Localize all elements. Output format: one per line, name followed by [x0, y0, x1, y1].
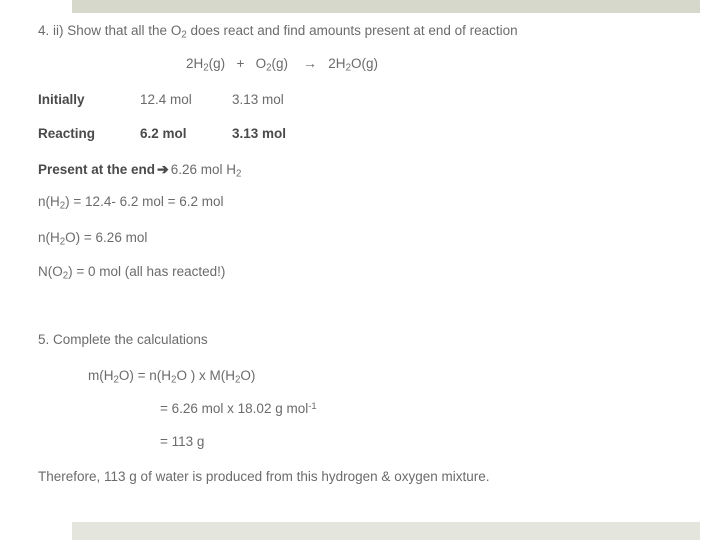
- calculation-n-o2-prefix: N(O: [38, 264, 63, 279]
- calculation-n-h2o: n(H2O) = 6.26 mol: [38, 230, 148, 247]
- equation-product-rest: O(g): [350, 56, 378, 71]
- question-4-heading: 4. ii) Show that all the O2 does react a…: [38, 23, 518, 40]
- calculation-n-h2-prefix: n(H: [38, 194, 60, 209]
- mass-formula-p2: O) = n(H: [118, 368, 172, 383]
- equation-reactant-1-coeff: 2H: [186, 56, 204, 71]
- equation-reactant-2: O: [255, 56, 267, 71]
- present-at-end-value: 6.26 mol H: [170, 162, 237, 177]
- chemical-equation: 2H2(g) + O2(g) → 2H2O(g): [186, 55, 378, 73]
- calculation-substitution: = 6.26 mol x 18.02 g mol-1: [160, 401, 317, 417]
- table-row: Reacting 6.2 mol 3.13 mol: [38, 126, 286, 142]
- substitution-exponent: -1: [308, 401, 317, 413]
- calculation-mass-formula: m(H2O) = n(H2O ) x M(H2O): [88, 368, 256, 385]
- calculation-result: = 113 g: [160, 434, 205, 449]
- reaction-arrow-icon: →: [303, 55, 318, 71]
- present-at-end-row: Present at the end ➔ 6.26 mol H2: [38, 161, 242, 180]
- slide-content: 4. ii) Show that all the O 2 does react a…: [0, 0, 720, 540]
- mass-formula-p4: O): [240, 368, 256, 383]
- row-initially-h2-value: 12.4 mol: [140, 92, 192, 107]
- row-reacting-o2-value: 3.13 mol: [232, 126, 287, 141]
- row-label-initially: Initially: [38, 92, 85, 107]
- present-at-end-label: Present at the end: [38, 162, 156, 177]
- calculation-n-o2-suffix: ) = 0 mol (all has reacted!): [68, 264, 226, 279]
- calculation-n-h2: n(H2) = 12.4- 6.2 mol = 6.2 mol: [38, 194, 224, 211]
- slide-canvas: 4. ii) Show that all the O 2 does react a…: [0, 0, 720, 540]
- question-5-heading: 5. Complete the calculations: [38, 332, 208, 347]
- mass-formula-p1: m(H: [88, 368, 114, 383]
- equation-product-coeff: 2H: [328, 56, 346, 71]
- calculation-n-h2o-suffix: O) = 6.26 mol: [65, 230, 148, 245]
- row-reacting-h2-value: 6.2 mol: [140, 126, 187, 141]
- present-at-end-value-subscript: 2: [236, 168, 242, 180]
- row-label-reacting: Reacting: [38, 126, 96, 141]
- calculation-n-h2o-prefix: n(H: [38, 230, 60, 245]
- question-4-heading-suffix: does react and find amounts present at e…: [186, 23, 518, 38]
- equation-plus-sign: +: [236, 56, 245, 71]
- row-initially-o2-value: 3.13 mol: [232, 92, 284, 107]
- equation-reactant-1-state: (g): [208, 56, 226, 71]
- mass-formula-p3: O ) x M(H: [176, 368, 235, 383]
- bold-right-arrow-icon: ➔: [157, 161, 169, 177]
- table-row: Initially 12.4 mol 3.13 mol: [38, 92, 284, 108]
- substitution-text: = 6.26 mol x 18.02 g mol: [160, 401, 309, 416]
- calculation-n-o2: N(O2) = 0 mol (all has reacted!): [38, 264, 226, 281]
- question-4-heading-prefix: 4. ii) Show that all the O: [38, 23, 182, 38]
- calculation-n-h2-suffix: ) = 12.4- 6.2 mol = 6.2 mol: [65, 194, 224, 209]
- equation-reactant-2-state: (g): [271, 56, 289, 71]
- conclusion-text: Therefore, 113 g of water is produced fr…: [38, 469, 490, 484]
